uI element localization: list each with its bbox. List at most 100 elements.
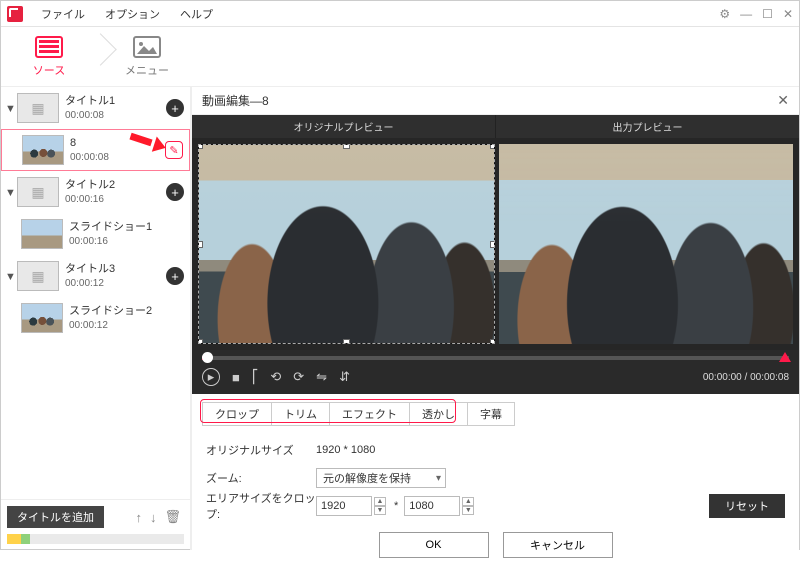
source-icon — [35, 36, 63, 58]
output-preview-label: 出力プレビュー — [496, 115, 799, 138]
crop-w-up[interactable]: ▲ — [374, 497, 386, 506]
title-row[interactable]: ▼ ▦ タイトル3 00:00:12 + — [1, 255, 190, 297]
crop-w-down[interactable]: ▼ — [374, 506, 386, 515]
editor-close-icon[interactable]: ✕ — [777, 92, 789, 109]
title-time: 00:00:16 — [65, 193, 166, 206]
clip-thumbnail — [21, 219, 63, 249]
flip-v-icon[interactable]: ⇵ — [339, 369, 350, 385]
menu-help[interactable]: ヘルプ — [170, 6, 223, 22]
clip-time: 00:00:12 — [69, 319, 184, 332]
tab-watermark[interactable]: 透かし — [409, 402, 468, 426]
trim-end-marker-icon[interactable] — [779, 352, 791, 362]
tab-crop[interactable]: クロップ — [202, 402, 272, 426]
clip-row[interactable]: スライドショー1 00:00:16 — [1, 213, 190, 255]
title-row[interactable]: ▼ ▦ タイトル2 00:00:16 + — [1, 171, 190, 213]
app-logo — [7, 6, 23, 22]
sidebar: ▼ ▦ タイトル1 00:00:08 + 8 00:00:08 ✎ ▼ ▦ — [1, 87, 191, 550]
crop-width-input[interactable]: 1920 — [316, 496, 372, 516]
minimize-icon[interactable]: — — [740, 7, 752, 21]
tab-menu-label: メニュー — [125, 65, 169, 77]
tab-effect[interactable]: エフェクト — [329, 402, 410, 426]
flip-h-icon[interactable]: ⇋ — [316, 369, 327, 385]
crop-handle[interactable] — [198, 339, 203, 344]
clip-thumbnail — [21, 303, 63, 333]
rotate-left-icon[interactable]: ⟲ — [270, 369, 281, 385]
ok-button[interactable]: OK — [379, 532, 489, 558]
title-name: タイトル2 — [65, 178, 166, 192]
clip-time: 00:00:16 — [69, 235, 184, 248]
crop-handle[interactable] — [490, 241, 495, 248]
play-button[interactable]: ▸ — [202, 368, 220, 386]
playhead[interactable] — [202, 352, 213, 363]
crop-handle[interactable] — [490, 339, 495, 344]
timeline-track[interactable] — [202, 356, 789, 360]
zoom-select[interactable]: 元の解像度を保持 — [316, 468, 446, 488]
clip-time: 00:00:08 — [70, 151, 165, 164]
maximize-icon[interactable]: ☐ — [762, 7, 773, 21]
timeline: ▸ ■ ⎡ ⟲ ⟳ ⇋ ⇵ 00:00:00 / 00:00:08 — [192, 350, 799, 394]
original-size-label: オリジナルサイズ — [206, 442, 316, 458]
move-down-icon[interactable]: ↓ — [147, 510, 160, 525]
tab-trim[interactable]: トリム — [271, 402, 330, 426]
crop-handle[interactable] — [343, 144, 350, 149]
window-controls: ⚙ — ☐ ✕ — [719, 1, 793, 27]
clip-name: スライドショー1 — [69, 220, 184, 234]
rotate-right-icon[interactable]: ⟳ — [293, 369, 304, 385]
crop-h-up[interactable]: ▲ — [462, 497, 474, 506]
crop-star: * — [394, 500, 398, 512]
menubar: ファイル オプション ヘルプ ⚙ — ☐ ✕ — [1, 1, 799, 27]
title-name: タイトル1 — [65, 94, 166, 108]
crop-form: オリジナルサイズ 1920 * 1080 ズーム: 元の解像度を保持 エリアサイ… — [192, 432, 799, 520]
capacity-bar — [7, 534, 184, 544]
clip-thumbnail — [22, 135, 64, 165]
reset-button[interactable]: リセット — [709, 494, 785, 518]
output-preview — [499, 144, 794, 344]
original-preview[interactable] — [198, 144, 495, 344]
tab-subtitle[interactable]: 字幕 — [467, 402, 515, 426]
crop-handle[interactable] — [343, 339, 350, 344]
gear-icon[interactable]: ⚙ — [719, 7, 730, 21]
clip-row[interactable]: 8 00:00:08 ✎ — [1, 129, 190, 171]
title-name: タイトル3 — [65, 262, 166, 276]
move-up-icon[interactable]: ↑ — [132, 510, 145, 525]
time-display: 00:00:00 / 00:00:08 — [703, 372, 789, 383]
delete-icon[interactable]: 🗑 — [161, 509, 184, 525]
zoom-label: ズーム: — [206, 470, 316, 486]
expand-icon[interactable]: ▼ — [5, 187, 15, 197]
add-clip-button[interactable]: + — [166, 99, 184, 117]
crop-h-down[interactable]: ▼ — [462, 506, 474, 515]
menu-options[interactable]: オプション — [95, 6, 170, 22]
stop-icon[interactable]: ■ — [232, 370, 240, 385]
expand-icon[interactable]: ▼ — [5, 271, 15, 281]
expand-icon[interactable]: ▼ — [5, 103, 15, 113]
cancel-button[interactable]: キャンセル — [503, 532, 613, 558]
menu-file[interactable]: ファイル — [31, 6, 95, 22]
editor-panel: 動画編集—8 ✕ オリジナルプレビュー 出力プレビュー — [191, 87, 799, 550]
clip-name: 8 — [70, 136, 165, 150]
crop-size-label: エリアサイズをクロップ: — [206, 490, 316, 522]
editor-title: 動画編集—8 — [202, 92, 269, 109]
add-clip-button[interactable]: + — [166, 267, 184, 285]
editor-tab-strip: クロップ トリム エフェクト 透かし 字幕 — [192, 394, 799, 432]
close-icon[interactable]: ✕ — [783, 7, 793, 21]
tab-source[interactable]: ソース — [17, 36, 81, 78]
clip-row[interactable]: スライドショー2 00:00:12 — [1, 297, 190, 339]
add-title-button[interactable]: タイトルを追加 — [7, 506, 104, 528]
title-time: 00:00:08 — [65, 109, 166, 122]
title-row[interactable]: ▼ ▦ タイトル1 00:00:08 + — [1, 87, 190, 129]
tab-source-label: ソース — [33, 65, 65, 77]
clip-name: スライドショー2 — [69, 304, 184, 318]
original-size-value: 1920 * 1080 — [316, 444, 375, 456]
thumbnail-placeholder-icon: ▦ — [17, 177, 59, 207]
crop-handle[interactable] — [198, 144, 203, 149]
crop-height-input[interactable]: 1080 — [404, 496, 460, 516]
add-clip-button[interactable]: + — [166, 183, 184, 201]
tab-menu[interactable]: メニュー — [115, 36, 179, 78]
thumbnail-placeholder-icon: ▦ — [17, 261, 59, 291]
crop-handle[interactable] — [198, 241, 203, 248]
mark-in-icon[interactable]: ⎡ — [252, 369, 259, 385]
crop-handle[interactable] — [490, 144, 495, 149]
nav-separator — [81, 34, 115, 80]
edit-clip-button[interactable]: ✎ — [165, 141, 183, 159]
top-nav: ソース メニュー — [1, 27, 799, 87]
